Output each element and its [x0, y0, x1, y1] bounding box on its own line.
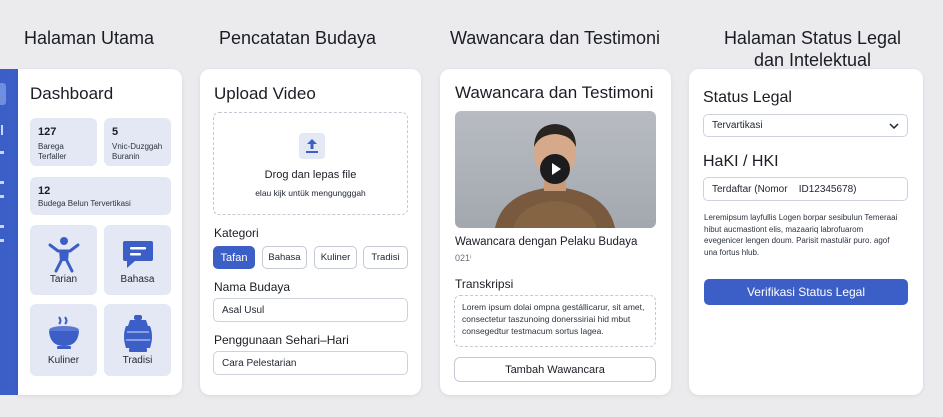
sidebar-rail: [0, 69, 18, 395]
unverified-stat-card[interactable]: 12 Budega Belun Tervertikasi: [30, 177, 171, 215]
dropzone-main-text: Drog dan lepas file: [264, 169, 357, 181]
category-label: Kuliner: [47, 355, 80, 366]
category-tile-tradisi[interactable]: Tradisi: [104, 304, 171, 376]
interview-title: Wawancara dan Testimoni: [455, 83, 654, 102]
column-title-culture: Pencatatan Budaya: [218, 28, 377, 48]
stat-value: 5: [112, 126, 119, 138]
stat-card[interactable]: 127 Barega Terfaller: [30, 118, 97, 166]
category-label: Bahasa: [120, 274, 155, 285]
penggunaan-field[interactable]: Cara Pelestarian: [213, 351, 408, 375]
chip-tradisi[interactable]: Tradisi: [363, 246, 408, 269]
category-tile-bahasa[interactable]: Bahasa: [104, 225, 171, 295]
column-title-home: Halaman Utama: [23, 28, 155, 48]
column-title-legal-line2: dan Intelektual: [753, 50, 872, 70]
category-label: Tradisi: [122, 355, 153, 366]
upload-title: Upload Video: [214, 84, 316, 103]
kategori-label: Kategori: [214, 226, 259, 240]
haki-title: HaKI / HKI: [703, 153, 779, 170]
stat-label: Vnic-Duzggah Buranin: [112, 142, 163, 161]
sidebar-item[interactable]: [0, 151, 4, 154]
transcript-text: Lorem ipsum dolai ompna gestállicarur, s…: [462, 302, 645, 336]
speech-bubble-icon: [122, 241, 153, 268]
play-icon: [552, 163, 561, 175]
stat-label: Barega Terfaller: [38, 142, 67, 161]
chevron-down-icon: [889, 123, 899, 130]
penggunaan-label: Penggunaan Sehari–Hari: [214, 333, 349, 347]
category-tile-kuliner[interactable]: Kuliner: [30, 304, 97, 376]
nama-budaya-field[interactable]: Asal Usul: [213, 298, 408, 322]
upload-panel: Upload Video Drog dan lepas file elau ki…: [200, 69, 421, 395]
column-title-interview: Wawancara dan Testimoni: [449, 28, 661, 48]
column-title-legal-line1: Halaman Status Legal: [723, 28, 902, 48]
haki-field[interactable]: Terdaftar (Nomor ID12345678): [703, 177, 908, 201]
transcript-box[interactable]: Lorem ipsum dolai ompna gestállicarur, s…: [454, 295, 656, 347]
add-interview-button[interactable]: Tambah Wawancara: [454, 357, 656, 382]
play-button[interactable]: [540, 154, 570, 184]
dashboard-panel: Dashboard 127 Barega Terfaller 5 Vnic-Du…: [18, 69, 182, 395]
transkripsi-label: Transkripsi: [455, 277, 514, 291]
dropzone-sub-text: elau kijk untük mengungggah: [255, 188, 366, 198]
verify-legal-button[interactable]: Verifikasi Status Legal: [704, 279, 908, 305]
sidebar-item[interactable]: [0, 181, 4, 184]
category-tile-tarian[interactable]: Tarian: [30, 225, 97, 295]
sidebar-selected-item[interactable]: [0, 83, 6, 105]
bowl-icon: [48, 316, 79, 349]
chip-bahasa[interactable]: Bahasa: [262, 246, 307, 269]
stat-card[interactable]: 5 Vnic-Duzggah Buranin: [104, 118, 171, 166]
legal-description: Leremipsum layfullis Logen borpar sesibu…: [704, 213, 898, 257]
video-caption: Wawancara dengan Pelaku Budaya: [455, 236, 638, 248]
stat-value: 127: [38, 126, 57, 138]
drum-icon: [123, 315, 152, 352]
stat-label: Budega Belun Tervertikasi: [38, 199, 131, 208]
category-label: Tarian: [49, 274, 78, 285]
upload-icon: [299, 133, 325, 159]
sidebar-item[interactable]: [1, 125, 3, 135]
video-meta: 021ⁱ: [455, 253, 472, 263]
sidebar-item[interactable]: [0, 195, 4, 198]
stat-value: 12: [38, 185, 51, 197]
legal-panel: Status Legal Tervartikasi HaKI / HKI Ter…: [689, 69, 923, 395]
sidebar-item[interactable]: [0, 239, 4, 242]
status-legal-select[interactable]: Tervartikasi: [703, 114, 908, 137]
video-dropzone[interactable]: Drog dan lepas file elau kijk untük meng…: [213, 112, 408, 215]
dashboard-title: Dashboard: [30, 84, 114, 103]
nama-budaya-label: Nama Budaya: [214, 280, 291, 294]
chip-kuliner[interactable]: Kuliner: [314, 246, 357, 269]
chip-tafan[interactable]: Tafan: [213, 246, 255, 269]
sidebar-item[interactable]: [0, 225, 4, 228]
interview-panel: Wawancara dan Testimoni Wawancara dengan…: [440, 69, 671, 395]
status-legal-value: Tervartikasi: [712, 120, 763, 131]
status-legal-title: Status Legal: [703, 89, 792, 106]
video-player[interactable]: [455, 111, 656, 228]
dancer-icon: [48, 237, 79, 273]
